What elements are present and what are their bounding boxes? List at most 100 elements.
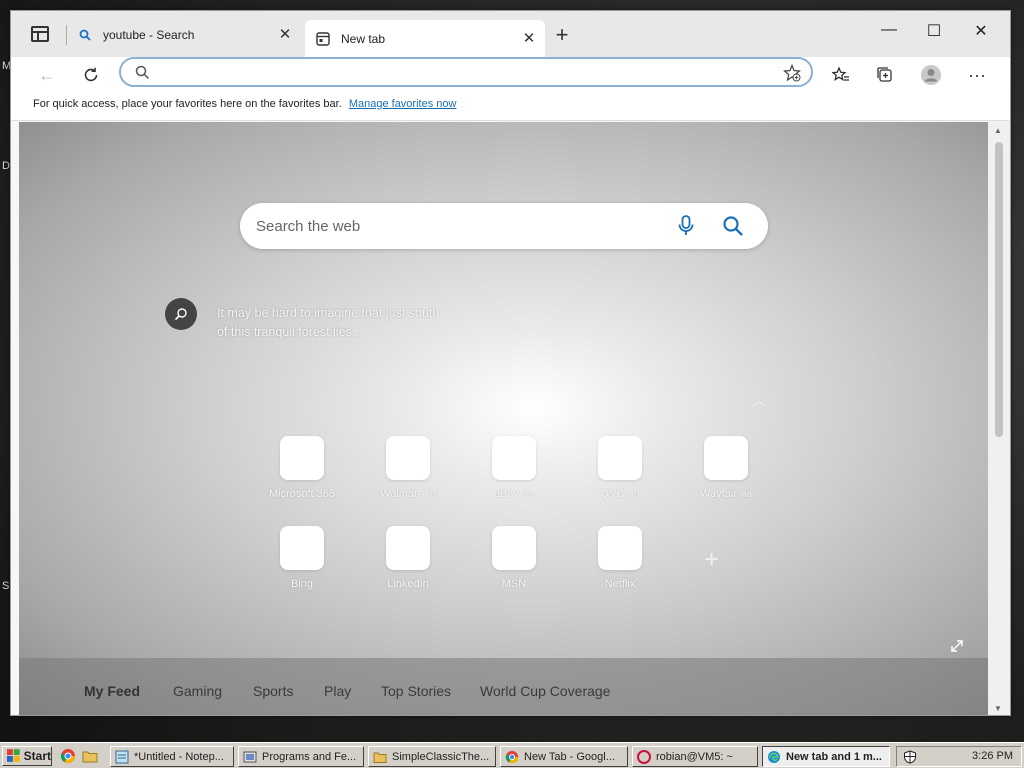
address-input[interactable]: [157, 63, 757, 83]
quick-link-netflix[interactable]: Netflix: [570, 526, 670, 590]
microphone-icon[interactable]: [678, 215, 694, 240]
folder-quicklaunch-icon[interactable]: [82, 748, 98, 764]
quick-link-label: MSN: [501, 578, 527, 590]
new-tab-plus-icon[interactable]: +: [551, 24, 573, 47]
manage-favorites-link[interactable]: Manage favorites now: [349, 98, 457, 110]
toolbar: ← ···: [11, 57, 1010, 93]
quick-link-wayfair[interactable]: Wayfair Ad: [676, 436, 776, 500]
quick-link-label: eBay Ad: [464, 488, 564, 500]
quick-link-icon: [492, 436, 536, 480]
quick-link-icon: [386, 436, 430, 480]
taskbar-button-label: *Untitled - Notep...: [134, 750, 224, 763]
start-button[interactable]: Start: [2, 746, 52, 766]
system-tray: 3:26 PM: [896, 746, 1022, 767]
feed-tab-sports[interactable]: Sports: [253, 683, 293, 699]
taskbar-button-label: New Tab - Googl...: [524, 750, 615, 763]
ad-badge: Ad: [424, 489, 436, 499]
quick-link-qvc[interactable]: QVC Ad: [570, 436, 670, 500]
quick-link-bing[interactable]: Bing: [252, 526, 352, 590]
quick-link-name: Walmart: [380, 488, 421, 500]
quick-link-label: Wayfair Ad: [676, 488, 776, 500]
search-icon[interactable]: [722, 215, 744, 240]
feed-tab-world-cup[interactable]: World Cup Coverage: [480, 683, 610, 699]
more-options-icon[interactable]: ···: [963, 61, 991, 89]
quick-link-name: eBay: [493, 488, 520, 500]
image-info-text[interactable]: It may be hard to imagine that just sout…: [217, 304, 497, 342]
taskbar-simpleclassictheme[interactable]: SimpleClassicThe...: [368, 746, 496, 767]
clock[interactable]: 3:26 PM: [972, 750, 1013, 762]
quick-link-microsoft-365[interactable]: Microsoft 365: [252, 436, 352, 500]
scroll-down-icon[interactable]: ▼: [994, 704, 1002, 713]
quick-link-walmart[interactable]: Walmart Ad: [358, 436, 458, 500]
quick-link-msn[interactable]: MSN: [464, 526, 564, 590]
feed-tab-top-stories[interactable]: Top Stories: [381, 683, 451, 699]
close-icon[interactable]: ✕: [521, 30, 537, 47]
taskbar-edge-new-tab[interactable]: New tab and 1 m...: [762, 746, 890, 767]
taskbar: Start *Untitled - Notep... Programs and …: [0, 742, 1024, 768]
quick-link-icon: [386, 526, 430, 570]
taskbar-programs-features[interactable]: Programs and Fe...: [238, 746, 364, 767]
close-icon[interactable]: ✕: [277, 27, 293, 43]
collections-icon[interactable]: [871, 61, 899, 89]
quick-link-name: Microsoft 365: [268, 488, 336, 500]
refresh-icon[interactable]: [77, 61, 105, 89]
security-shield-icon[interactable]: [903, 750, 917, 764]
scroll-up-icon[interactable]: ▲: [994, 126, 1002, 135]
quick-link-label: Bing: [290, 578, 314, 590]
notepad-icon: [115, 750, 129, 763]
minimize-icon[interactable]: —: [874, 21, 904, 43]
add-quick-link-icon[interactable]: +: [704, 544, 719, 575]
expand-icon[interactable]: [949, 638, 965, 657]
add-favorite-icon[interactable]: [783, 63, 801, 85]
quick-link-icon: [280, 436, 324, 480]
ad-badge: Ad: [628, 489, 640, 499]
profile-avatar-icon[interactable]: [917, 61, 945, 89]
quick-link-name: QVC: [600, 488, 625, 500]
quick-link-label: LinkedIn: [387, 578, 429, 590]
maximize-icon[interactable]: ☐: [919, 21, 949, 43]
tab-actions-icon[interactable]: [31, 26, 49, 42]
page-scrollbar[interactable]: ▲ ▼: [988, 122, 1010, 715]
desktop-label: S: [2, 580, 10, 592]
close-window-icon[interactable]: ✕: [966, 21, 996, 43]
image-info-search-icon[interactable]: [165, 298, 197, 330]
chrome-quicklaunch-icon[interactable]: [60, 748, 76, 764]
favorites-bar-message: For quick access, place your favorites h…: [33, 98, 342, 110]
tab-title: youtube - Search: [103, 28, 195, 42]
taskbar-button-label: SimpleClassicThe...: [392, 750, 490, 763]
ad-badge: Ad: [740, 489, 752, 499]
quick-link-icon: [280, 526, 324, 570]
browser-window: youtube - Search ✕ New tab ✕ + — ☐ ✕ ← ·…: [10, 10, 1011, 716]
ad-badge: Ad: [523, 489, 535, 499]
quick-link-label: Microsoft 365: [252, 488, 352, 500]
windows-logo-icon: [7, 749, 20, 762]
debian-swirl-icon: [637, 749, 651, 764]
tab-new-tab[interactable]: New tab ✕: [305, 20, 545, 57]
feed-tab-my-feed[interactable]: My Feed: [84, 683, 140, 699]
tab-youtube-search[interactable]: youtube - Search ✕: [67, 20, 301, 50]
tab-title: New tab: [341, 31, 386, 46]
taskbar-button-label: New tab and 1 m...: [786, 750, 882, 763]
quick-link-name: Wayfair: [700, 488, 737, 500]
taskbar-button-label: robian@VM5: ~: [656, 750, 733, 763]
quick-link-icon: [704, 436, 748, 480]
chevron-up-icon[interactable]: ︿: [752, 390, 766, 410]
quick-link-ebay[interactable]: eBay Ad: [464, 436, 564, 500]
feed-nav: My Feed Gaming Sports Play Top Stories W…: [19, 658, 989, 715]
back-arrow-icon[interactable]: ←: [33, 61, 61, 89]
taskbar-button-label: Programs and Fe...: [262, 750, 357, 763]
web-search-box[interactable]: [240, 203, 768, 249]
favorites-icon[interactable]: [827, 61, 855, 89]
feed-tab-play[interactable]: Play: [324, 683, 351, 699]
address-bar[interactable]: [119, 57, 813, 87]
taskbar-terminal[interactable]: robian@VM5: ~: [632, 746, 758, 767]
folder-icon: [373, 752, 387, 763]
taskbar-chrome-new-tab[interactable]: New Tab - Googl...: [500, 746, 628, 767]
web-search-input[interactable]: [256, 215, 656, 237]
scrollbar-thumb[interactable]: [995, 142, 1003, 437]
taskbar-notepad[interactable]: *Untitled - Notep...: [110, 746, 234, 767]
feed-tab-gaming[interactable]: Gaming: [173, 683, 222, 699]
tab-strip: youtube - Search ✕ New tab ✕ + — ☐ ✕: [11, 11, 1010, 57]
quick-link-linkedin[interactable]: LinkedIn: [358, 526, 458, 590]
search-icon: [135, 65, 150, 83]
